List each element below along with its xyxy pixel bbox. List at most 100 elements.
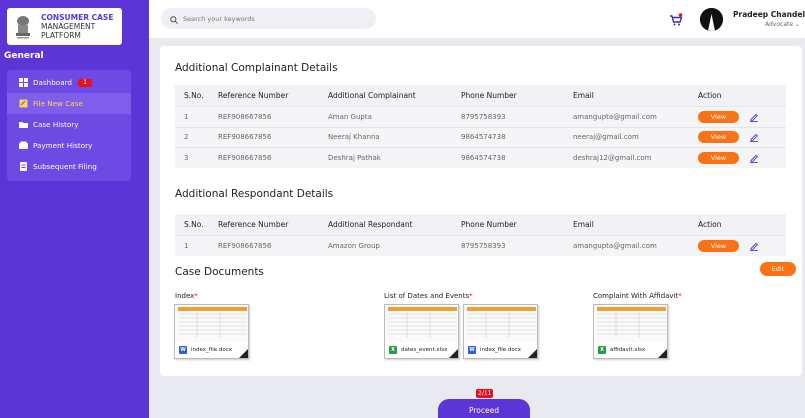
row-email: deshraj12@gmail.com — [573, 153, 652, 162]
wallet-icon — [19, 141, 28, 150]
row-email: amangupta@gmail.com — [573, 112, 657, 121]
avatar[interactable] — [700, 8, 723, 31]
sidebar-item-label: File New Case — [33, 99, 83, 108]
column-header: Reference Number — [218, 220, 289, 229]
row-phone: 8795758393 — [461, 112, 506, 121]
word-file-icon: W — [179, 346, 187, 354]
sidebar-item-label: Dashboard — [33, 78, 72, 87]
sidebar: CONSUMER CASE MANAGEMENT PLATFORM Genera… — [0, 0, 149, 418]
proceed-button[interactable]: Proceed — [438, 399, 530, 418]
emblem-icon — [11, 13, 35, 41]
search-box[interactable] — [161, 8, 376, 29]
row-name: Neeraj Khanna — [328, 133, 380, 142]
doc-group-label-text: Index — [175, 292, 195, 300]
table-row: 1 REF908667856 Amazon Group 8795758393 a… — [175, 235, 786, 256]
grid-icon — [19, 78, 28, 87]
file-name: index_file.docx — [480, 347, 522, 353]
row-sno: 3 — [184, 153, 189, 162]
document-thumbnail[interactable]: Xdates_event.xlsx — [384, 304, 459, 359]
chevron-down-icon: ⌄ — [794, 21, 801, 28]
document-thumbnail[interactable]: Windex_file.docx — [463, 304, 538, 359]
fold-corner-icon — [449, 349, 458, 358]
edit-icon[interactable] — [749, 153, 759, 163]
respondant-table: S.No. Reference Number Additional Respon… — [175, 214, 786, 256]
table-row: 3 REF908667856 Deshraj Pathak 9864574738… — [175, 147, 786, 168]
column-header: Action — [698, 220, 722, 229]
column-header: Action — [698, 91, 722, 100]
user-role[interactable]: Advocate ⌄ — [765, 21, 800, 28]
step-progress-badge: 2/11 — [476, 389, 494, 398]
edit-icon[interactable] — [749, 112, 759, 122]
doc-group-label: Complaint With Affidavit* — [593, 292, 682, 300]
search-icon — [170, 9, 178, 28]
sidebar-item-file-new-case[interactable]: File New Case — [7, 93, 131, 114]
sidebar-item-subsequent-filing[interactable]: Subsequent Filing — [7, 156, 131, 177]
document-thumbnail[interactable]: Xaffidavit.xlsx — [593, 304, 668, 359]
row-phone: 9864574738 — [461, 133, 506, 142]
doc-group-label-text: List of Dates and Events — [384, 292, 470, 300]
column-header: Phone Number — [461, 91, 517, 100]
brand-logo[interactable]: CONSUMER CASE MANAGEMENT PLATFORM — [7, 8, 122, 45]
file-name: index_file.docx — [191, 347, 233, 353]
fold-corner-icon — [528, 349, 537, 358]
row-email: neeraj@gmail.com — [573, 133, 639, 142]
row-name: Amazon Group — [328, 241, 380, 250]
column-header: Reference Number — [218, 91, 289, 100]
notification-badge: 1 — [78, 78, 92, 87]
document-preview — [175, 305, 248, 342]
doc-group-label: Index* — [175, 292, 198, 300]
document-thumbnail[interactable]: Windex_file.docx — [174, 304, 249, 359]
sidebar-item-label: Payment History — [33, 141, 93, 150]
column-header: Phone Number — [461, 220, 517, 229]
respondant-section-title: Additional Respondant Details — [175, 188, 334, 200]
cart-icon[interactable] — [669, 12, 683, 26]
sidebar-section-title: General — [4, 51, 44, 61]
brand-line-2: MANAGEMENT — [41, 22, 96, 31]
row-name: Aman Gupta — [328, 112, 372, 121]
user-name[interactable]: Pradeep Chandel — [733, 10, 805, 19]
table-header: S.No. Reference Number Additional Compla… — [175, 85, 786, 106]
brand-line-3: PLATFORM — [41, 31, 81, 40]
sidebar-item-payment-history[interactable]: Payment History — [7, 135, 131, 156]
column-header: Email — [573, 220, 594, 229]
sidebar-item-label: Subsequent Filing — [33, 162, 97, 171]
column-header: Additional Complainant — [328, 91, 416, 100]
document-preview — [385, 305, 458, 342]
file-icon — [19, 99, 28, 108]
edit-documents-button[interactable]: Edit — [760, 262, 796, 276]
row-sno: 1 — [184, 112, 189, 121]
view-button[interactable]: View — [698, 239, 739, 252]
sidebar-item-dashboard[interactable]: Dashboard 1 — [7, 72, 131, 93]
row-phone: 9864574738 — [461, 153, 506, 162]
column-header: S.No. — [184, 220, 204, 229]
row-ref: REF908667856 — [218, 241, 272, 250]
row-ref: REF908667856 — [218, 112, 272, 121]
view-button[interactable]: View — [698, 131, 739, 144]
table-row: 2 REF908667856 Neeraj Khanna 9864574738 … — [175, 126, 786, 147]
file-name: dates_event.xlsx — [401, 347, 448, 353]
file-name: affidavit.xlsx — [610, 347, 646, 353]
row-sno: 2 — [184, 133, 189, 142]
column-header: Email — [573, 91, 594, 100]
row-email: amangupta@gmail.com — [573, 241, 657, 250]
row-name: Deshraj Pathak — [328, 153, 381, 162]
view-button[interactable]: View — [698, 151, 739, 164]
column-header: Additional Respondant — [328, 220, 413, 229]
documents-section-title: Case Documents — [175, 266, 264, 278]
row-phone: 8795758393 — [461, 241, 506, 250]
table-row: 1 REF908667856 Aman Gupta 8795758393 ama… — [175, 106, 786, 127]
view-button[interactable]: View — [698, 110, 739, 123]
top-bar: Pradeep Chandel Advocate ⌄ — [149, 0, 805, 38]
edit-icon[interactable] — [749, 132, 759, 143]
sidebar-menu: Dashboard 1 File New Case Case History P… — [7, 70, 131, 181]
search-input[interactable] — [183, 14, 363, 23]
complainant-table: S.No. Reference Number Additional Compla… — [175, 85, 786, 168]
fold-corner-icon — [658, 349, 667, 358]
row-ref: REF908667856 — [218, 153, 272, 162]
edit-icon[interactable] — [749, 241, 759, 251]
fold-corner-icon — [239, 349, 248, 358]
excel-file-icon: X — [598, 346, 606, 354]
column-header: S.No. — [184, 91, 204, 100]
sidebar-item-case-history[interactable]: Case History — [7, 114, 131, 135]
document-preview — [464, 305, 537, 342]
